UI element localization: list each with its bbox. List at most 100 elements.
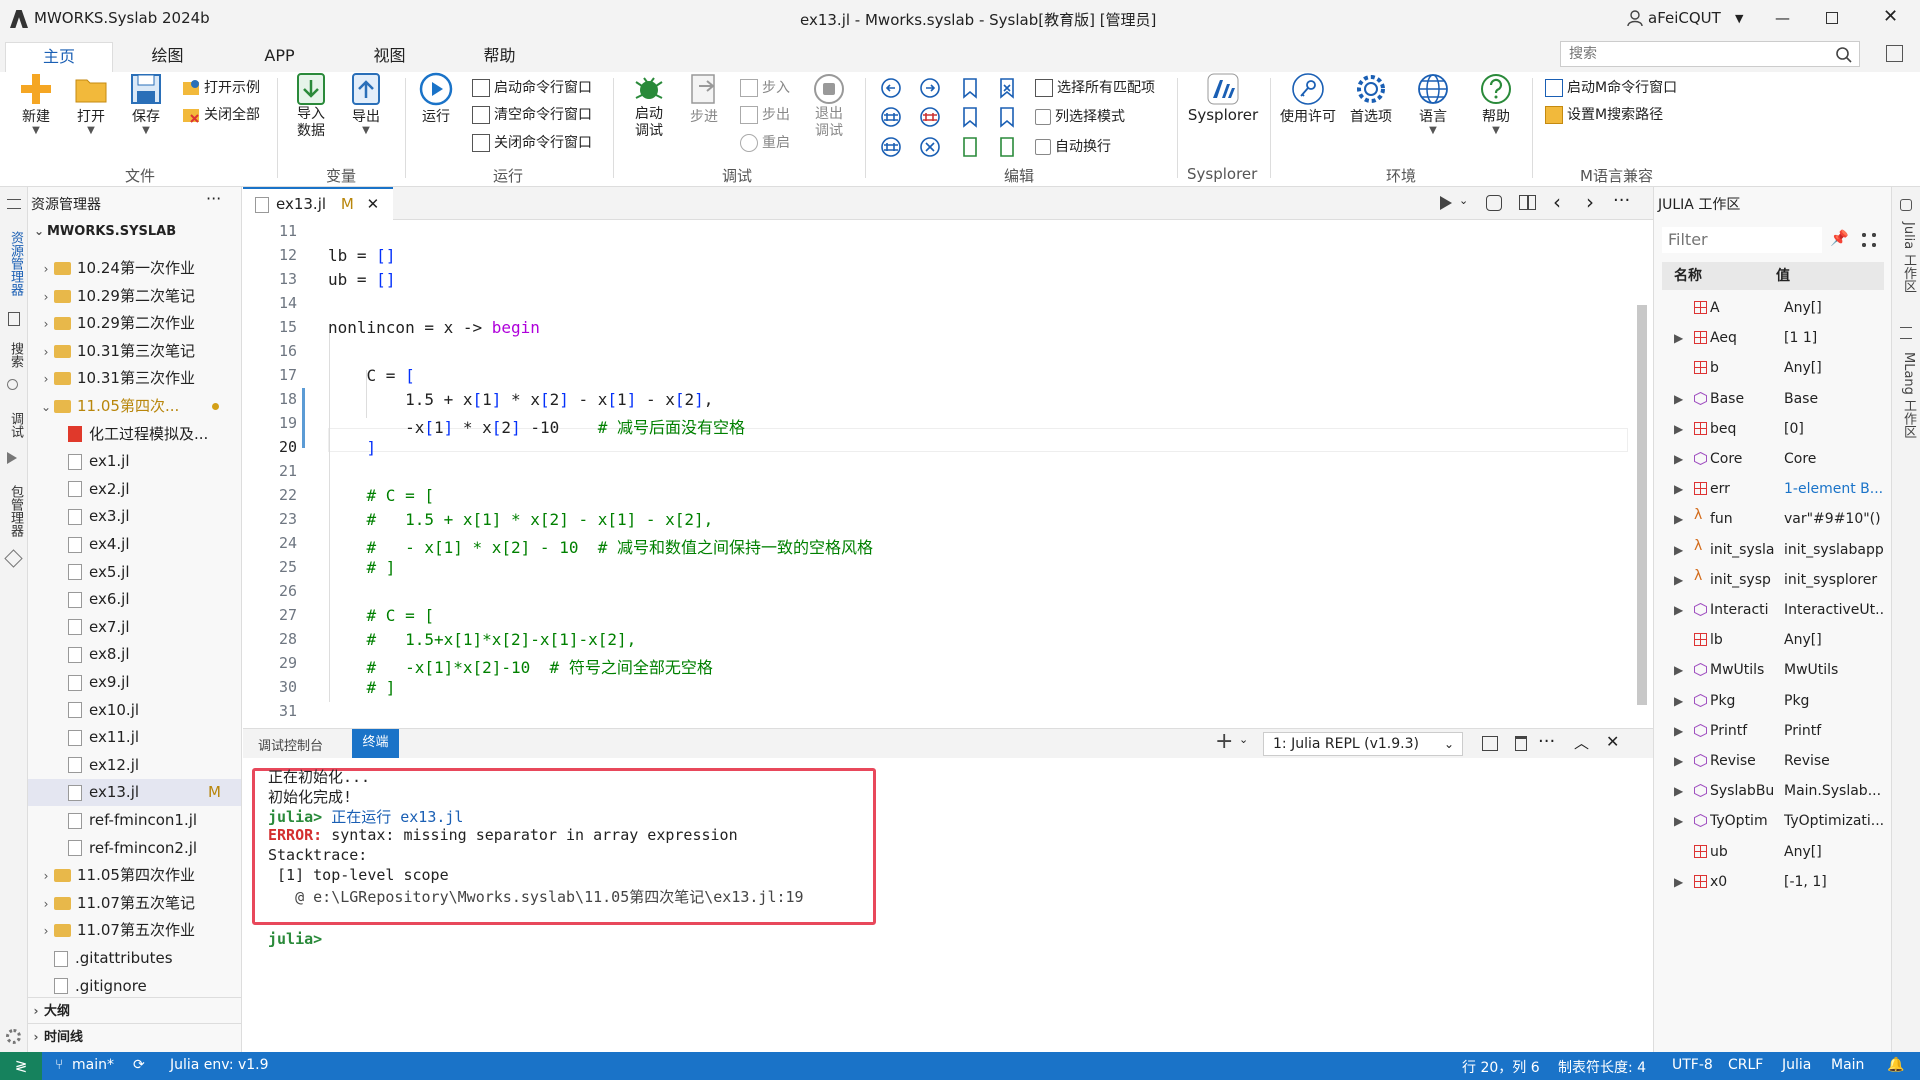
encoding[interactable]: UTF-8 — [1672, 1057, 1713, 1073]
close-window-icon[interactable]: ✕ — [1883, 6, 1898, 27]
chevron-right-icon[interactable]: ▶ — [1674, 655, 1683, 685]
exit-debug-button[interactable]: 退出 调试 — [806, 72, 852, 140]
minimize-icon[interactable]: — — [1775, 9, 1790, 27]
remote-icon[interactable]: ≷ — [0, 1052, 42, 1080]
chevron-right-icon[interactable]: ▶ — [1674, 323, 1683, 353]
close-tab-icon[interactable]: ✕ — [367, 195, 380, 213]
chevron-right-icon[interactable]: ▶ — [1674, 746, 1683, 776]
activity-packages[interactable]: 包管理器 — [6, 485, 25, 537]
outline-section[interactable]: › 大纲 — [28, 997, 241, 1023]
file-item[interactable]: ex6.jl — [28, 586, 241, 613]
tab-plot[interactable]: 绘图 — [125, 42, 210, 72]
panel-more-icon[interactable]: ··· — [1538, 731, 1555, 752]
chevron-right-icon[interactable]: ▶ — [1674, 565, 1683, 595]
chevron-right-icon[interactable]: ▶ — [1674, 806, 1683, 836]
workspace-var-row[interactable]: ▶ SyslabBu Main.Syslab... — [1662, 776, 1884, 806]
workspace-var-row[interactable]: ▶ Printf Printf — [1662, 716, 1884, 746]
file-item[interactable]: ex13.jl M — [28, 779, 241, 807]
workspace-var-row[interactable]: ▶ Revise Revise — [1662, 746, 1884, 776]
start-debug-button[interactable]: 启动 调试 — [626, 72, 672, 140]
tab-terminal[interactable]: 终端 — [352, 729, 399, 758]
workspace-var-row[interactable]: b Any[] — [1662, 353, 1884, 383]
folder-item[interactable]: › 10.29第二次作业 — [28, 310, 241, 337]
code-editor[interactable]: 11 12 lb = [] 13 ub = [] 14 15 nonlincon = x ->… — [243, 220, 1653, 727]
timeline-section[interactable]: › 时间线 — [28, 1023, 241, 1049]
file-item[interactable]: ex4.jl — [28, 531, 241, 558]
close-all-button[interactable]: 关闭全部 — [182, 104, 260, 126]
filter-input[interactable] — [1662, 227, 1812, 251]
workspace-var-row[interactable]: ▶ x0 [-1, 1] — [1662, 867, 1884, 897]
file-item[interactable]: ex10.jl — [28, 697, 241, 724]
folder-item[interactable]: › 11.05第四次作业 — [28, 862, 241, 889]
run-button[interactable]: 运行 — [415, 72, 457, 126]
explorer-more-icon[interactable]: ··· — [206, 189, 221, 208]
editor-scrollbar[interactable] — [1637, 305, 1647, 705]
notifications-icon[interactable]: 🔔 — [1887, 1057, 1904, 1073]
chevron-right-icon[interactable]: ▶ — [1674, 535, 1683, 565]
trash-icon[interactable] — [1515, 736, 1527, 751]
close-cmd-button[interactable]: 关闭命令行窗口 — [472, 132, 592, 154]
activity-search[interactable]: 搜索 — [6, 342, 25, 368]
pin-icon[interactable]: 📌 — [1830, 229, 1849, 247]
file-item[interactable]: ref-fmincon1.jl — [28, 807, 241, 834]
workspace-var-row[interactable]: ▶ err 1-element B... — [1662, 474, 1884, 504]
explorer-root[interactable]: ⌄ MWORKS.SYSLAB — [31, 224, 176, 239]
julia-env[interactable]: Julia env: v1.9 — [170, 1057, 269, 1073]
line-ending[interactable]: CRLF — [1728, 1057, 1763, 1073]
user-name[interactable]: aFeiCQUT — [1648, 9, 1721, 27]
start-m-cmd-button[interactable]: 启动M命令行窗口 — [1545, 77, 1677, 99]
package-icon[interactable] — [4, 549, 23, 568]
file-item[interactable]: .gitignore — [28, 973, 241, 1000]
select-all-matches-button[interactable]: 选择所有匹配项 — [1035, 77, 1155, 99]
run-file-icon[interactable] — [1440, 196, 1452, 210]
chevron-right-icon[interactable]: ▶ — [1674, 444, 1683, 474]
step-in-button[interactable]: 步入 — [740, 77, 790, 99]
clear-cmd-button[interactable]: 清空命令行窗口 — [472, 104, 592, 126]
terminal-path-link[interactable]: @ e:\LGRepository\Mworks.syslab\11.05第四次… — [268, 886, 804, 907]
debug-side-icon[interactable] — [7, 452, 17, 464]
editor-tab-ex13[interactable]: ex13.jl M ✕ — [243, 187, 393, 220]
restart-button[interactable]: 重启 — [740, 132, 790, 154]
file-item[interactable]: ref-fmincon2.jl — [28, 835, 241, 862]
git-branch[interactable]: main* — [72, 1057, 114, 1073]
file-item[interactable]: ex5.jl — [28, 559, 241, 586]
chevron-right-icon[interactable]: ▶ — [1674, 414, 1683, 444]
chevron-right-icon[interactable]: ▶ — [1674, 686, 1683, 716]
folder-item[interactable]: › 10.29第二次笔记 — [28, 283, 241, 310]
nav-back-icon[interactable]: ‹ — [1553, 190, 1561, 214]
chevron-right-icon[interactable]: ▶ — [1674, 867, 1683, 897]
editor-more-icon[interactable]: ··· — [1613, 190, 1630, 211]
new-button[interactable]: 新建 ▼ — [15, 72, 57, 136]
chevron-right-icon[interactable]: ▶ — [1674, 474, 1683, 504]
file-item[interactable]: .gitattributes — [28, 945, 241, 972]
workspace-var-row[interactable]: ▶ Interacti InteractiveUt... — [1662, 595, 1884, 625]
sysplorer-button[interactable]: Sysplorer — [1185, 72, 1261, 124]
file-item[interactable]: ex12.jl — [28, 752, 241, 779]
activity-debug[interactable]: 调试 — [6, 412, 25, 438]
workspace-var-row[interactable]: ▶ Core Core — [1662, 444, 1884, 474]
chevron-right-icon[interactable]: ▶ — [1674, 595, 1683, 625]
cursor-position[interactable]: 行 20，列 6 — [1462, 1057, 1540, 1077]
split-editor-icon[interactable] — [1519, 195, 1536, 210]
file-item[interactable]: ex9.jl — [28, 669, 241, 696]
chevron-right-icon[interactable]: ▶ — [1674, 716, 1683, 746]
right-tab-julia[interactable]: Julia 工作区 — [1899, 222, 1918, 292]
column-select-checkbox[interactable]: 列选择模式 — [1035, 106, 1125, 128]
terminal[interactable]: 正在初始化... 初始化完成! julia> 正在运行 ex13.jl ERRO… — [243, 758, 1653, 1052]
language-mode[interactable]: Julia — [1782, 1057, 1811, 1073]
file-item[interactable]: ex3.jl — [28, 503, 241, 530]
file-item[interactable]: ex1.jl — [28, 448, 241, 475]
nav-forward-icon[interactable]: › — [1586, 190, 1594, 214]
user-icon[interactable] — [1627, 10, 1643, 27]
workspace-var-row[interactable]: ▶ Pkg Pkg — [1662, 686, 1884, 716]
repl-select[interactable]: 1: Julia REPL (v1.9.3) ⌄ — [1263, 732, 1463, 756]
files-icon[interactable] — [8, 312, 20, 326]
workspace-var-row[interactable]: ▶ Aeq [1 1] — [1662, 323, 1884, 353]
edit-tools-icon[interactable] — [880, 76, 1030, 166]
run-dropdown-icon[interactable]: ⌄ — [1459, 194, 1468, 207]
workspace-var-row[interactable]: ▶ TyOptim TyOptimizati... — [1662, 806, 1884, 836]
tab-view[interactable]: 视图 — [347, 42, 432, 72]
file-item[interactable]: ex7.jl — [28, 614, 241, 641]
export-button[interactable]: 导出 ▼ — [345, 72, 387, 136]
search-icon[interactable] — [1835, 46, 1853, 64]
